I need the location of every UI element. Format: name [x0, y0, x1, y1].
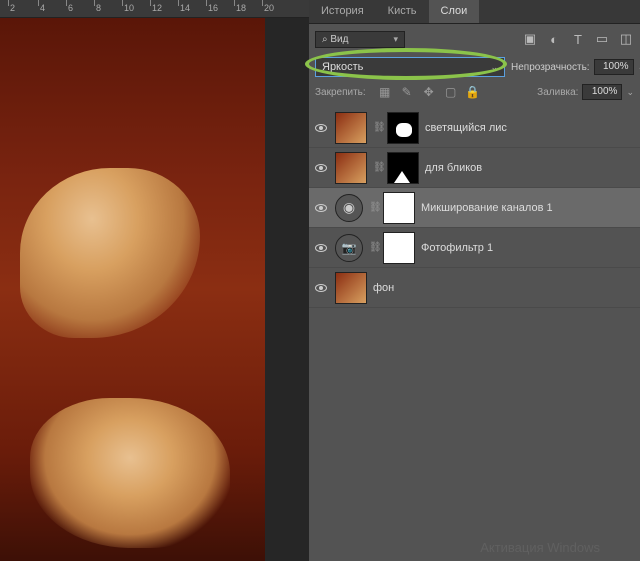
canvas-area: 2 4 6 8 10 12 14 16 18 20	[0, 0, 309, 561]
ruler-tick: 6	[68, 3, 73, 13]
visibility-toggle[interactable]	[313, 200, 329, 216]
layer-mask-thumbnail[interactable]	[387, 112, 419, 144]
eye-icon	[315, 244, 327, 252]
ruler-tick: 8	[96, 3, 101, 13]
lock-row: Закрепить: ▦ ✎ ✥ ▢ 🔒 Заливка: 100% ⌄	[309, 80, 640, 104]
filter-type-label: Вид	[330, 34, 348, 45]
layer-mask-thumbnail[interactable]	[383, 192, 415, 224]
layers-list: ⛓ светящийся лис ⛓ для бликов ◉ ⛓ Микшир…	[309, 104, 640, 308]
ruler-tick: 2	[10, 3, 15, 13]
ruler-tick: 20	[264, 3, 274, 13]
tab-history[interactable]: История	[309, 0, 376, 23]
filter-smart-icon[interactable]: ◫	[618, 31, 634, 47]
layer-name[interactable]: светящийся лис	[425, 122, 507, 134]
layer-name[interactable]: фон	[373, 282, 394, 294]
lock-transparent-icon[interactable]: ▦	[378, 85, 392, 99]
filter-type-icon[interactable]: T	[570, 31, 586, 47]
panels-area: История Кисть Слои ⌕ Вид ▾ ▣ ◐ T ▭ ◫ Ярк…	[309, 0, 640, 561]
layer-mask-thumbnail[interactable]	[383, 232, 415, 264]
eye-icon	[315, 164, 327, 172]
filter-adjustment-icon[interactable]: ◐	[546, 31, 562, 47]
eye-icon	[315, 124, 327, 132]
search-icon: ⌕	[322, 34, 328, 45]
fill-value[interactable]: 100%	[582, 84, 622, 100]
lock-brush-icon[interactable]: ✎	[400, 85, 414, 99]
ruler-tick: 14	[180, 3, 190, 13]
ruler-tick: 12	[152, 3, 162, 13]
lock-label: Закрепить:	[315, 87, 366, 98]
document-image[interactable]	[0, 18, 265, 561]
panel-tabs: История Кисть Слои	[309, 0, 640, 24]
tab-layers[interactable]: Слои	[429, 0, 480, 23]
opacity-value[interactable]: 100%	[594, 59, 634, 75]
lock-move-icon[interactable]: ✥	[422, 85, 436, 99]
camera-icon: 📷	[342, 241, 357, 255]
layer-row[interactable]: ⛓ светящийся лис	[309, 108, 640, 148]
eye-icon	[315, 284, 327, 292]
lock-artboard-icon[interactable]: ▢	[444, 85, 458, 99]
layer-name[interactable]: Микширование каналов 1	[421, 202, 553, 214]
layer-name[interactable]: для бликов	[425, 162, 482, 174]
ruler-tick: 4	[40, 3, 45, 13]
layer-name[interactable]: Фотофильтр 1	[421, 242, 493, 254]
eye-icon	[315, 204, 327, 212]
fill-label: Заливка:	[537, 87, 578, 98]
opacity-label: Непрозрачность:	[511, 62, 590, 73]
visibility-toggle[interactable]	[313, 120, 329, 136]
layer-thumbnail[interactable]	[335, 272, 367, 304]
link-icon: ⛓	[373, 162, 381, 173]
layer-row[interactable]: 📷 ⛓ Фотофильтр 1	[309, 228, 640, 268]
visibility-toggle[interactable]	[313, 240, 329, 256]
filter-shape-icon[interactable]: ▭	[594, 31, 610, 47]
channel-mixer-icon: ◉	[343, 199, 355, 216]
blend-mode-row: Яркость ⌄ Непрозрачность: 100% ⌄	[309, 54, 640, 80]
link-icon: ⛓	[369, 202, 377, 213]
layer-row[interactable]: фон	[309, 268, 640, 308]
adjustment-icon[interactable]: ◉	[335, 194, 363, 222]
tab-brush[interactable]: Кисть	[376, 0, 429, 23]
ruler-horizontal: 2 4 6 8 10 12 14 16 18 20	[0, 0, 309, 18]
blend-mode-select[interactable]: Яркость ⌄	[315, 57, 505, 77]
ruler-tick: 10	[124, 3, 134, 13]
layer-row[interactable]: ⛓ для бликов	[309, 148, 640, 188]
layer-row[interactable]: ◉ ⛓ Микширование каналов 1	[309, 188, 640, 228]
ruler-tick: 16	[208, 3, 218, 13]
layer-mask-thumbnail[interactable]	[387, 152, 419, 184]
visibility-toggle[interactable]	[313, 280, 329, 296]
visibility-toggle[interactable]	[313, 160, 329, 176]
link-icon: ⛓	[373, 122, 381, 133]
windows-activation-watermark: Активация Windows	[480, 540, 600, 555]
layer-thumbnail[interactable]	[335, 152, 367, 184]
layer-thumbnail[interactable]	[335, 112, 367, 144]
chevron-down-icon[interactable]: ⌄	[626, 87, 634, 98]
ruler-tick: 18	[236, 3, 246, 13]
layer-filter-row: ⌕ Вид ▾ ▣ ◐ T ▭ ◫	[309, 24, 640, 54]
chevron-down-icon: ▾	[393, 34, 398, 45]
chevron-down-icon: ⌄	[490, 62, 498, 73]
link-icon: ⛓	[369, 242, 377, 253]
lock-all-icon[interactable]: 🔒	[466, 85, 480, 99]
blend-mode-value: Яркость	[322, 61, 363, 73]
filter-image-icon[interactable]: ▣	[522, 31, 538, 47]
adjustment-icon[interactable]: 📷	[335, 234, 363, 262]
layer-filter-select[interactable]: ⌕ Вид ▾	[315, 31, 405, 48]
